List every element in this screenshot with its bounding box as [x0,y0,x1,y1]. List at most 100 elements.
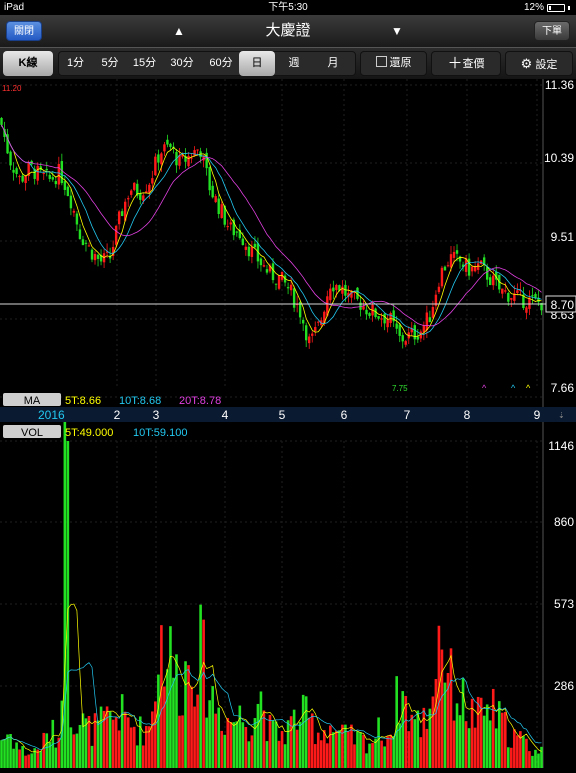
volume-bar-69 [208,700,211,768]
restore-label: 還原 [389,57,412,69]
volume-bar-118 [356,731,359,768]
volume-bars [0,416,543,768]
volume-bar-168 [507,747,510,768]
period-month[interactable]: 月 [313,51,353,76]
vol-tick-3: 573 [554,597,574,611]
period-5min[interactable]: 5分 [92,51,128,76]
candle-body-54 [163,144,166,152]
volume-bar-158 [476,696,480,768]
candle-body-169 [510,298,513,300]
volume-bar-71 [214,713,217,768]
period-1min[interactable]: 1分 [59,51,92,76]
volume-bar-23 [69,727,73,768]
candle-body-4 [12,169,15,173]
settings-button[interactable]: ⚙ 設定 [505,51,573,76]
volume-bar-60 [181,715,184,768]
candle-body-92 [277,275,281,289]
restore-toggle[interactable]: 還原 [360,51,427,76]
volume-bar-170 [513,729,516,768]
volume-bar-140 [422,707,426,768]
volume-bar-175 [528,751,531,768]
checkbox-icon [375,56,387,67]
candle-body-8 [24,175,27,184]
volume-bar-171 [516,735,519,768]
candle-body-53 [160,153,163,165]
candle-body-47 [142,195,145,201]
volume-bar-36 [108,711,112,768]
volume-bar-128 [386,736,389,768]
candle-body-137 [413,325,416,340]
candle-body-151 [455,250,459,254]
volume-bar-82 [247,741,251,768]
period-60min[interactable]: 60分 [203,51,239,76]
volume-bar-152 [458,715,462,768]
volume-bar-81 [244,726,248,768]
candle-body-44 [133,182,136,190]
volume-bar-155 [467,728,471,768]
volume-bar-92 [277,740,281,768]
volume-bar-94 [283,744,287,768]
candle-body-25 [75,213,79,225]
volume-bar-77 [232,722,236,768]
candle-body-42 [127,198,130,200]
volume-bar-78 [235,721,239,768]
volume-bar-119 [359,732,362,768]
place-order-button[interactable]: 下單 [534,21,570,41]
volume-bar-109 [329,725,332,768]
low-price-label: 7.75 [392,384,408,393]
period-30min[interactable]: 30分 [161,51,203,76]
volume-bar-14 [42,732,46,768]
volume-bar-177 [534,749,537,768]
month-label-8: 8 [464,408,471,422]
candle-body-39 [117,211,121,225]
candle-body-52 [157,154,160,163]
k-line-button[interactable]: K線 [3,51,53,76]
period-15min[interactable]: 15分 [128,51,161,76]
candle-body-102 [308,336,311,344]
candle-body-95 [286,287,290,289]
signal-marker-3: ^ [526,383,531,393]
volume-bar-53 [160,625,163,768]
next-stock-icon[interactable]: ▼ [391,15,403,47]
volume-bar-96 [289,716,293,768]
volume-bar-162 [488,720,492,768]
lookup-label: 查價 [462,58,485,70]
candle-body-140 [422,325,426,333]
volume-bar-45 [135,745,139,768]
volume-bar-29 [87,716,91,768]
candle-body-43 [130,190,133,195]
candle-body-49 [148,184,151,193]
volume-bar-62 [187,665,190,768]
volume-bar-173 [522,736,525,768]
candle-body-176 [531,295,534,297]
chart-grid [0,79,544,768]
candle-body-19 [57,163,61,185]
candle-body-46 [139,193,142,200]
candle-body-32 [96,254,100,259]
toolbar: K線 1分 5分 15分 30分 60分 日 週 月 還原 ＋查價 ⚙ 設定 [0,48,576,79]
volume-bar-123 [371,743,374,768]
lookup-button[interactable]: ＋查價 [431,51,501,76]
volume-bar-7 [21,746,24,768]
volume-bar-169 [510,747,513,768]
axis-scroll-icon[interactable]: ⇣ [558,411,565,420]
volume-bar-131 [395,676,398,768]
ma5-value: 5T:8.66 [65,395,101,407]
ma5-line [1,124,542,337]
chart-area[interactable]: 11.36 10.39 9.51 8.63 7.66 8.70 11.20 7.… [0,78,576,768]
volume-bar-167 [503,711,507,768]
candle-body-5 [15,168,18,175]
candle-body-132 [398,324,401,336]
candle-body-72 [217,198,220,214]
volume-bar-2 [6,734,9,768]
volume-bar-22 [66,441,70,768]
candle-body-110 [332,287,335,292]
volume-bar-58 [175,654,178,768]
candle-body-150 [452,251,456,258]
volume-bar-61 [184,661,187,768]
volume-bar-83 [250,735,254,768]
month-label-3: 3 [153,408,160,422]
period-day[interactable]: 日 [239,51,275,76]
gear-icon: ⚙ [520,56,533,71]
period-week[interactable]: 週 [275,51,313,76]
